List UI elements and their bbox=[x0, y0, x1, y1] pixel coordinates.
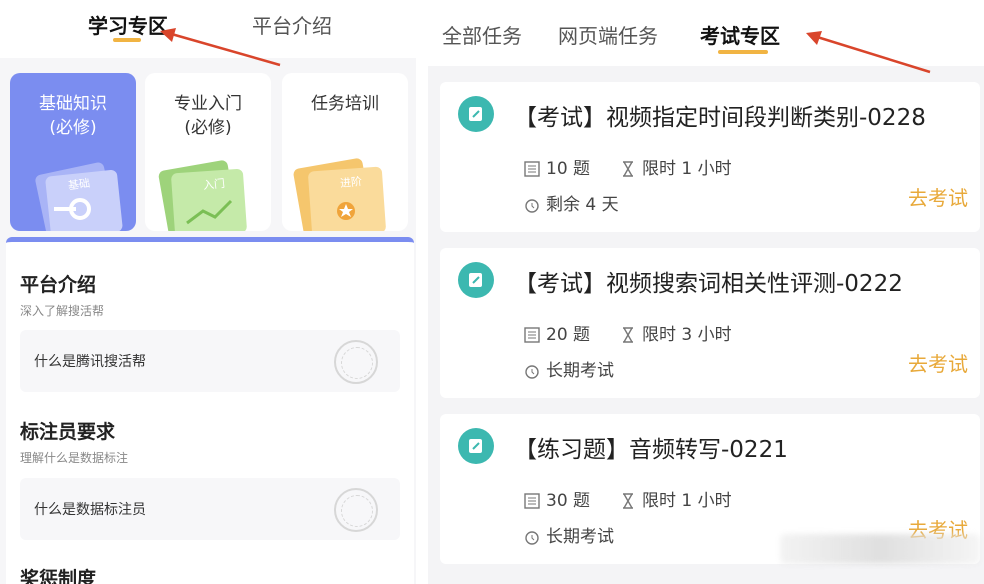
annotation-arrows bbox=[160, 28, 931, 74]
